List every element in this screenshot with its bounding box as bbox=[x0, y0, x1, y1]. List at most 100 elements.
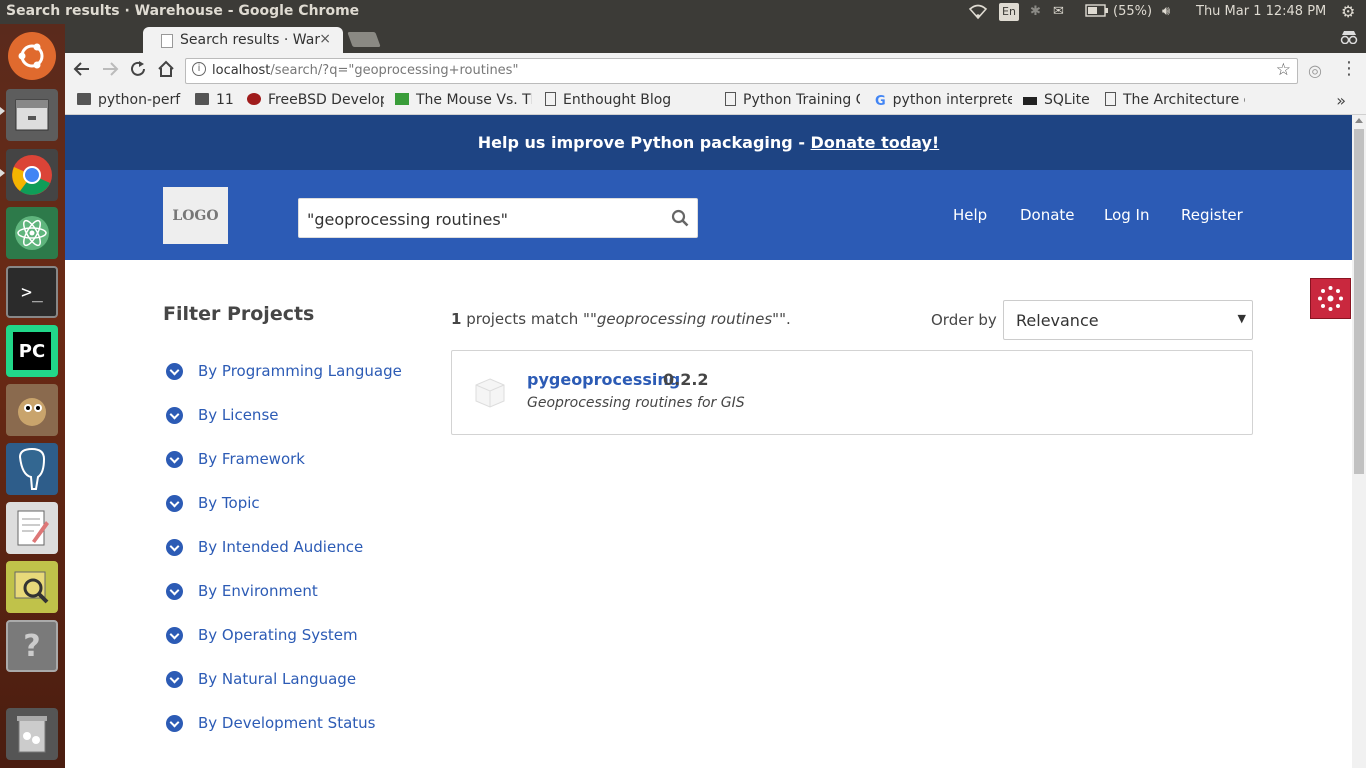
site-info-icon[interactable]: i bbox=[192, 62, 206, 76]
project-version: 0.2.2 bbox=[663, 370, 709, 389]
bookmark-star-icon[interactable]: ☆ bbox=[1276, 60, 1291, 80]
chevron-down-icon bbox=[166, 539, 183, 556]
window-title: Search results · Warehouse - Google Chro… bbox=[6, 3, 360, 19]
system-top-panel: Search results · Warehouse - Google Chro… bbox=[0, 0, 1366, 24]
text-editor-icon[interactable] bbox=[6, 502, 58, 554]
bookmark-item[interactable]: Python Training Cours bbox=[725, 92, 860, 108]
chevron-down-icon bbox=[166, 627, 183, 644]
site-logo[interactable]: LOGO bbox=[163, 187, 228, 244]
chrome-icon[interactable] bbox=[6, 149, 58, 201]
search-input[interactable] bbox=[307, 207, 657, 231]
banner-text: Help us improve Python packaging - bbox=[477, 133, 811, 152]
address-bar[interactable]: i localhost/search/?q="geoprocessing+rou… bbox=[185, 58, 1298, 84]
bookmark-item[interactable]: Gpython interpreter - W bbox=[875, 92, 1012, 109]
tab-strip: Search results · Warehouse × bbox=[65, 24, 1366, 53]
chevron-down-icon bbox=[166, 407, 183, 424]
nav-login-link[interactable]: Log In bbox=[1104, 206, 1150, 224]
gimp-icon[interactable] bbox=[6, 384, 58, 436]
url-host: localhost bbox=[212, 63, 271, 78]
page-icon bbox=[725, 92, 736, 106]
nav-help-link[interactable]: Help bbox=[953, 206, 987, 224]
tab-close-icon[interactable]: × bbox=[319, 31, 331, 47]
bookmark-item[interactable]: SQLite bbox=[1023, 92, 1095, 108]
reload-icon[interactable] bbox=[129, 60, 147, 83]
tab-search-results[interactable]: Search results · Warehouse × bbox=[143, 27, 343, 53]
site-header: LOGO Help Donate Log In Register bbox=[65, 170, 1352, 260]
package-cube-icon bbox=[475, 378, 505, 408]
bookmarks-bar: python-perf 11 FreeBSD Developers' H The… bbox=[65, 88, 1366, 115]
url-path: /search/?q="geoprocessing+routines" bbox=[270, 63, 519, 78]
project-description: Geoprocessing routines for GIS bbox=[527, 395, 745, 411]
page-icon bbox=[545, 92, 556, 106]
chevron-down-icon bbox=[166, 671, 183, 688]
chevron-down-icon bbox=[166, 495, 183, 512]
order-by-select[interactable]: Relevance ▼ bbox=[1003, 300, 1253, 340]
bluetooth-icon[interactable]: ✱ bbox=[1030, 4, 1041, 19]
trash-icon[interactable] bbox=[6, 708, 58, 760]
profile-icon[interactable] bbox=[1340, 30, 1358, 48]
chevron-down-icon bbox=[166, 583, 183, 600]
folder-icon bbox=[77, 93, 91, 105]
project-result-card[interactable]: pygeoprocessing 0.2.2 Geoprocessing rout… bbox=[451, 350, 1253, 435]
nav-donate-link[interactable]: Donate bbox=[1020, 206, 1075, 224]
wifi-icon[interactable] bbox=[968, 4, 988, 24]
bookmark-item[interactable]: FreeBSD Developers' H bbox=[247, 92, 384, 108]
atom-icon[interactable] bbox=[6, 207, 58, 259]
google-icon: G bbox=[875, 94, 886, 109]
new-tab-button[interactable] bbox=[347, 32, 381, 47]
postgresql-icon[interactable] bbox=[6, 443, 58, 495]
battery-icon[interactable] bbox=[1085, 4, 1109, 21]
browser-toolbar: i localhost/search/?q="geoprocessing+rou… bbox=[65, 53, 1366, 88]
mail-icon[interactable]: ✉ bbox=[1053, 4, 1064, 19]
bookmark-item[interactable]: Enthought Blog bbox=[545, 92, 680, 108]
forward-arrow-icon[interactable] bbox=[101, 60, 119, 83]
launcher: >_ PC ? bbox=[0, 24, 65, 768]
results-count: 1 projects match ""geoprocessing routine… bbox=[451, 310, 791, 328]
tab-title: Search results · Warehouse bbox=[180, 32, 320, 48]
nav-register-link[interactable]: Register bbox=[1181, 206, 1243, 224]
folder-icon bbox=[195, 93, 209, 105]
web-page: Help us improve Python packaging - Donat… bbox=[65, 115, 1352, 768]
donate-today-link[interactable]: Donate today! bbox=[811, 133, 940, 152]
donate-banner: Help us improve Python packaging - Donat… bbox=[65, 115, 1352, 170]
scrollbar-thumb[interactable] bbox=[1354, 129, 1364, 474]
freebsd-icon bbox=[247, 93, 261, 105]
ubuntu-dash-icon[interactable] bbox=[8, 32, 56, 80]
search-box[interactable] bbox=[298, 198, 698, 238]
bookmark-item[interactable]: python-perf bbox=[77, 92, 187, 108]
dropdown-arrow-icon: ▼ bbox=[1237, 312, 1246, 325]
order-by-label: Order by bbox=[931, 311, 997, 329]
help-icon[interactable]: ? bbox=[6, 620, 58, 672]
clock[interactable]: Thu Mar 1 12:48 PM bbox=[1196, 4, 1326, 19]
bookmarks-overflow-icon[interactable]: » bbox=[1336, 91, 1346, 110]
sqlite-icon bbox=[1023, 97, 1037, 105]
scroll-up-arrow-icon[interactable] bbox=[1355, 118, 1363, 123]
battery-percentage: (55%) bbox=[1113, 4, 1153, 19]
project-name[interactable]: pygeoprocessing bbox=[527, 370, 680, 389]
bookmark-item[interactable]: The Architecture of Op bbox=[1105, 92, 1245, 108]
bookmark-item[interactable]: The Mouse Vs. The Pyt bbox=[395, 92, 532, 108]
back-arrow-icon[interactable] bbox=[73, 60, 91, 83]
url-text[interactable]: localhost/search/?q="geoprocessing+routi… bbox=[212, 63, 518, 78]
search-icon[interactable] bbox=[671, 209, 689, 227]
image-viewer-icon[interactable] bbox=[6, 561, 58, 613]
floating-extension-icon[interactable] bbox=[1310, 278, 1351, 319]
page-icon bbox=[161, 34, 173, 48]
settings-gear-icon[interactable]: ⚙ bbox=[1341, 2, 1355, 21]
python-icon bbox=[395, 93, 409, 105]
home-icon[interactable] bbox=[157, 60, 175, 83]
chevron-down-icon bbox=[166, 715, 183, 732]
extension-icon[interactable]: ◎ bbox=[1308, 61, 1322, 80]
filter-projects-heading: Filter Projects bbox=[163, 303, 315, 325]
menu-icon[interactable]: ⋮ bbox=[1340, 58, 1358, 79]
terminal-icon[interactable]: >_ bbox=[6, 266, 58, 318]
keyboard-layout-indicator[interactable]: En bbox=[999, 3, 1019, 21]
files-icon[interactable] bbox=[6, 89, 58, 141]
bookmark-item[interactable]: 11 bbox=[195, 92, 240, 108]
chevron-down-icon bbox=[166, 451, 183, 468]
page-icon bbox=[1105, 92, 1116, 106]
volume-icon[interactable]: 🔊︎ bbox=[1162, 4, 1170, 19]
page-scrollbar[interactable] bbox=[1352, 115, 1366, 768]
chevron-down-icon bbox=[166, 363, 183, 380]
pycharm-icon[interactable]: PC bbox=[6, 325, 58, 377]
